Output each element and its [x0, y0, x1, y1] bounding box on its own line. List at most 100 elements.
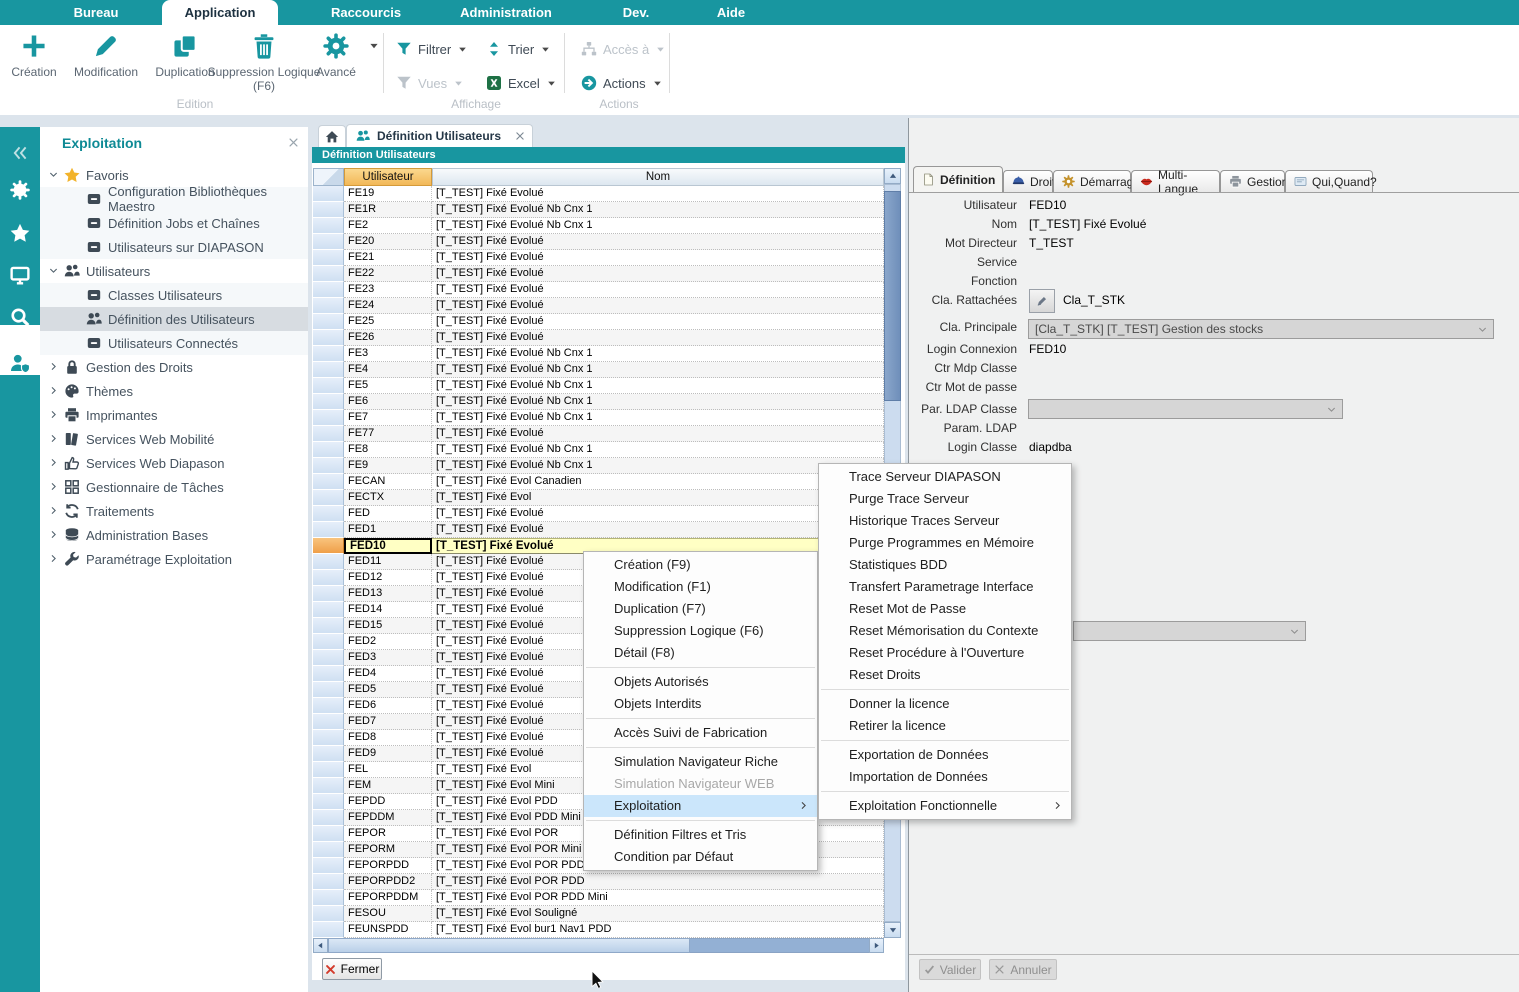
cell-utilisateur[interactable]: FEM — [344, 778, 432, 794]
row-selector[interactable] — [313, 298, 344, 314]
context-menu-item-cr-ation-f9-[interactable]: Création (F9) — [584, 554, 817, 576]
context-menu-item-acc-s-suivi-de-fabrication[interactable]: Accès Suivi de Fabrication — [584, 722, 817, 744]
rail-user-shield[interactable] — [0, 343, 40, 383]
detail-tab-qui-quand-[interactable]: Qui,Quand? — [1285, 170, 1373, 192]
cell-nom[interactable]: [T_TEST] Fixé Evolué — [432, 266, 884, 282]
cla-rattachees-button[interactable] — [1029, 289, 1055, 313]
context-menu-item-simulation-navigateur-riche[interactable]: Simulation Navigateur Riche — [584, 751, 817, 773]
cell-nom[interactable]: [T_TEST] Fixé Evolué — [432, 522, 884, 538]
tree-item-th-mes[interactable]: Thèmes — [40, 379, 308, 403]
table-row[interactable]: FEPORPDD2[T_TEST] Fixé Evol POR PDD — [313, 874, 884, 890]
cell-utilisateur[interactable]: FED7 — [344, 714, 432, 730]
row-selector[interactable] — [313, 762, 344, 778]
rail-wheel[interactable] — [0, 170, 40, 210]
table-row[interactable]: FE77[T_TEST] Fixé Evolué — [313, 426, 884, 442]
tree-item-configuration-biblioth-ques-maestro[interactable]: Configuration Bibliothèques Maestro — [40, 187, 308, 211]
table-row[interactable]: FE3[T_TEST] Fixé Evolué Nb Cnx 1 — [313, 346, 884, 362]
cell-utilisateur[interactable]: FE19 — [344, 186, 432, 202]
tree-item-d-finition-des-utilisateurs[interactable]: Définition des Utilisateurs — [40, 307, 308, 331]
cell-nom[interactable]: [T_TEST] Fixé Evolué Nb Cnx 1 — [432, 378, 884, 394]
detail-tab-d-finition[interactable]: Définition — [913, 166, 1003, 192]
cell-utilisateur[interactable]: FE5 — [344, 378, 432, 394]
row-selector[interactable] — [313, 442, 344, 458]
context-menu-item-d-finition-filtres-et-tris[interactable]: Définition Filtres et Tris — [584, 824, 817, 846]
tree-item-traitements[interactable]: Traitements — [40, 499, 308, 523]
row-selector[interactable] — [313, 218, 344, 234]
cell-nom[interactable]: [T_TEST] Fixé Evolué — [432, 506, 884, 522]
row-selector[interactable] — [313, 682, 344, 698]
row-selector[interactable] — [313, 458, 344, 474]
cell-nom[interactable]: [T_TEST] Fixé Evolué Nb Cnx 1 — [432, 394, 884, 410]
cell-nom[interactable]: [T_TEST] Fixé Evolué Nb Cnx 1 — [432, 202, 884, 218]
table-corner-cell[interactable] — [313, 168, 344, 186]
field-dropdown-cla-principale[interactable]: [Cla_T_STK] [T_TEST] Gestion des stocks — [1028, 319, 1494, 339]
tree-item-gestion-des-droits[interactable]: Gestion des Droits — [40, 355, 308, 379]
h-scroll-thumb[interactable] — [328, 938, 690, 953]
row-selector[interactable] — [313, 522, 344, 538]
cell-nom[interactable]: [T_TEST] Fixé Evolué Nb Cnx 1 — [432, 218, 884, 234]
cell-nom[interactable]: [T_TEST] Fixé Evol POR PDD — [432, 874, 884, 890]
cell-utilisateur[interactable]: FECAN — [344, 474, 432, 490]
cell-utilisateur[interactable]: FE4 — [344, 362, 432, 378]
cell-nom[interactable]: [T_TEST] Fixé Evolué — [432, 426, 884, 442]
tree-item-utilisateurs[interactable]: Utilisateurs — [40, 259, 308, 283]
table-row[interactable]: FE7[T_TEST] Fixé Evolué Nb Cnx 1 — [313, 410, 884, 426]
submenu-item-reset-m-morisation-du-contexte[interactable]: Reset Mémorisation du Contexte — [819, 620, 1071, 642]
toolbar-excel[interactable]: Excel — [486, 70, 557, 96]
context-menu-item-suppression-logique-f6-[interactable]: Suppression Logique (F6) — [584, 620, 817, 642]
row-selector[interactable] — [313, 602, 344, 618]
submenu-item-reset-proc-dure-l-ouverture[interactable]: Reset Procédure à l'Ouverture — [819, 642, 1071, 664]
field-value-login-connexion[interactable]: FED10 — [1029, 340, 1066, 359]
toolbar-avanc-[interactable]: Avancé — [276, 31, 396, 93]
context-menu-item-exploitation[interactable]: Exploitation — [584, 795, 817, 817]
field-value-mot-directeur[interactable]: T_TEST — [1029, 234, 1074, 253]
detail-tab-d-marrage[interactable]: Démarrage — [1053, 170, 1131, 192]
tree-item-imprimantes[interactable]: Imprimantes — [40, 403, 308, 427]
cell-utilisateur[interactable]: FE25 — [344, 314, 432, 330]
cell-utilisateur[interactable]: FED — [344, 506, 432, 522]
row-selector[interactable] — [313, 378, 344, 394]
table-row[interactable]: FE20[T_TEST] Fixé Evolué — [313, 234, 884, 250]
menubar-item-bureau[interactable]: Bureau — [34, 0, 158, 25]
rail-star[interactable] — [0, 213, 40, 253]
cell-utilisateur[interactable]: FED12 — [344, 570, 432, 586]
tab-definition-utilisateurs[interactable]: Définition Utilisateurs — [346, 124, 533, 147]
cell-utilisateur[interactable]: FE26 — [344, 330, 432, 346]
cell-utilisateur[interactable]: FED6 — [344, 698, 432, 714]
toolbar-filtrer[interactable]: Filtrer — [396, 36, 468, 62]
column-header-utilisateur[interactable]: Utilisateur — [344, 168, 432, 186]
row-selector[interactable] — [313, 778, 344, 794]
row-selector[interactable] — [313, 810, 344, 826]
cell-utilisateur[interactable]: FE9 — [344, 458, 432, 474]
context-menu-item-d-tail-f8-[interactable]: Détail (F8) — [584, 642, 817, 664]
cell-utilisateur[interactable]: FE23 — [344, 282, 432, 298]
submenu-item-importation-de-donn-es[interactable]: Importation de Données — [819, 766, 1071, 788]
row-selector[interactable] — [313, 650, 344, 666]
tree-item-classes-utilisateurs[interactable]: Classes Utilisateurs — [40, 283, 308, 307]
tree-item-utilisateurs-sur-diapason[interactable]: Utilisateurs sur DIAPASON — [40, 235, 308, 259]
row-selector[interactable] — [313, 410, 344, 426]
context-menu-item-condition-par-d-faut[interactable]: Condition par Défaut — [584, 846, 817, 868]
table-row[interactable]: FE22[T_TEST] Fixé Evolué — [313, 266, 884, 282]
cell-utilisateur[interactable]: FEPDDM — [344, 810, 432, 826]
cell-utilisateur[interactable]: FE21 — [344, 250, 432, 266]
row-selector[interactable] — [313, 202, 344, 218]
field-value-utilisateur[interactable]: FED10 — [1029, 196, 1066, 215]
cell-utilisateur[interactable]: FE22 — [344, 266, 432, 282]
cell-utilisateur[interactable]: FE3 — [344, 346, 432, 362]
cell-utilisateur[interactable]: FED9 — [344, 746, 432, 762]
cell-nom[interactable]: [T_TEST] Fixé Evol POR PDD Mini — [432, 890, 884, 906]
row-selector[interactable] — [313, 906, 344, 922]
row-selector[interactable] — [313, 314, 344, 330]
cell-utilisateur[interactable]: FED13 — [344, 586, 432, 602]
cell-utilisateur[interactable]: FEPOR — [344, 826, 432, 842]
row-selector[interactable] — [313, 634, 344, 650]
table-row[interactable]: FE23[T_TEST] Fixé Evolué — [313, 282, 884, 298]
cell-nom[interactable]: [T_TEST] Fixé Evolué — [432, 298, 884, 314]
cell-utilisateur[interactable]: FE6 — [344, 394, 432, 410]
cell-utilisateur[interactable]: FEPORM — [344, 842, 432, 858]
menubar-item-dev[interactable]: Dev. — [586, 0, 686, 25]
tree-item-administration-bases[interactable]: Administration Bases — [40, 523, 308, 547]
cell-utilisateur[interactable]: FESOU — [344, 906, 432, 922]
cell-utilisateur[interactable]: FE7 — [344, 410, 432, 426]
